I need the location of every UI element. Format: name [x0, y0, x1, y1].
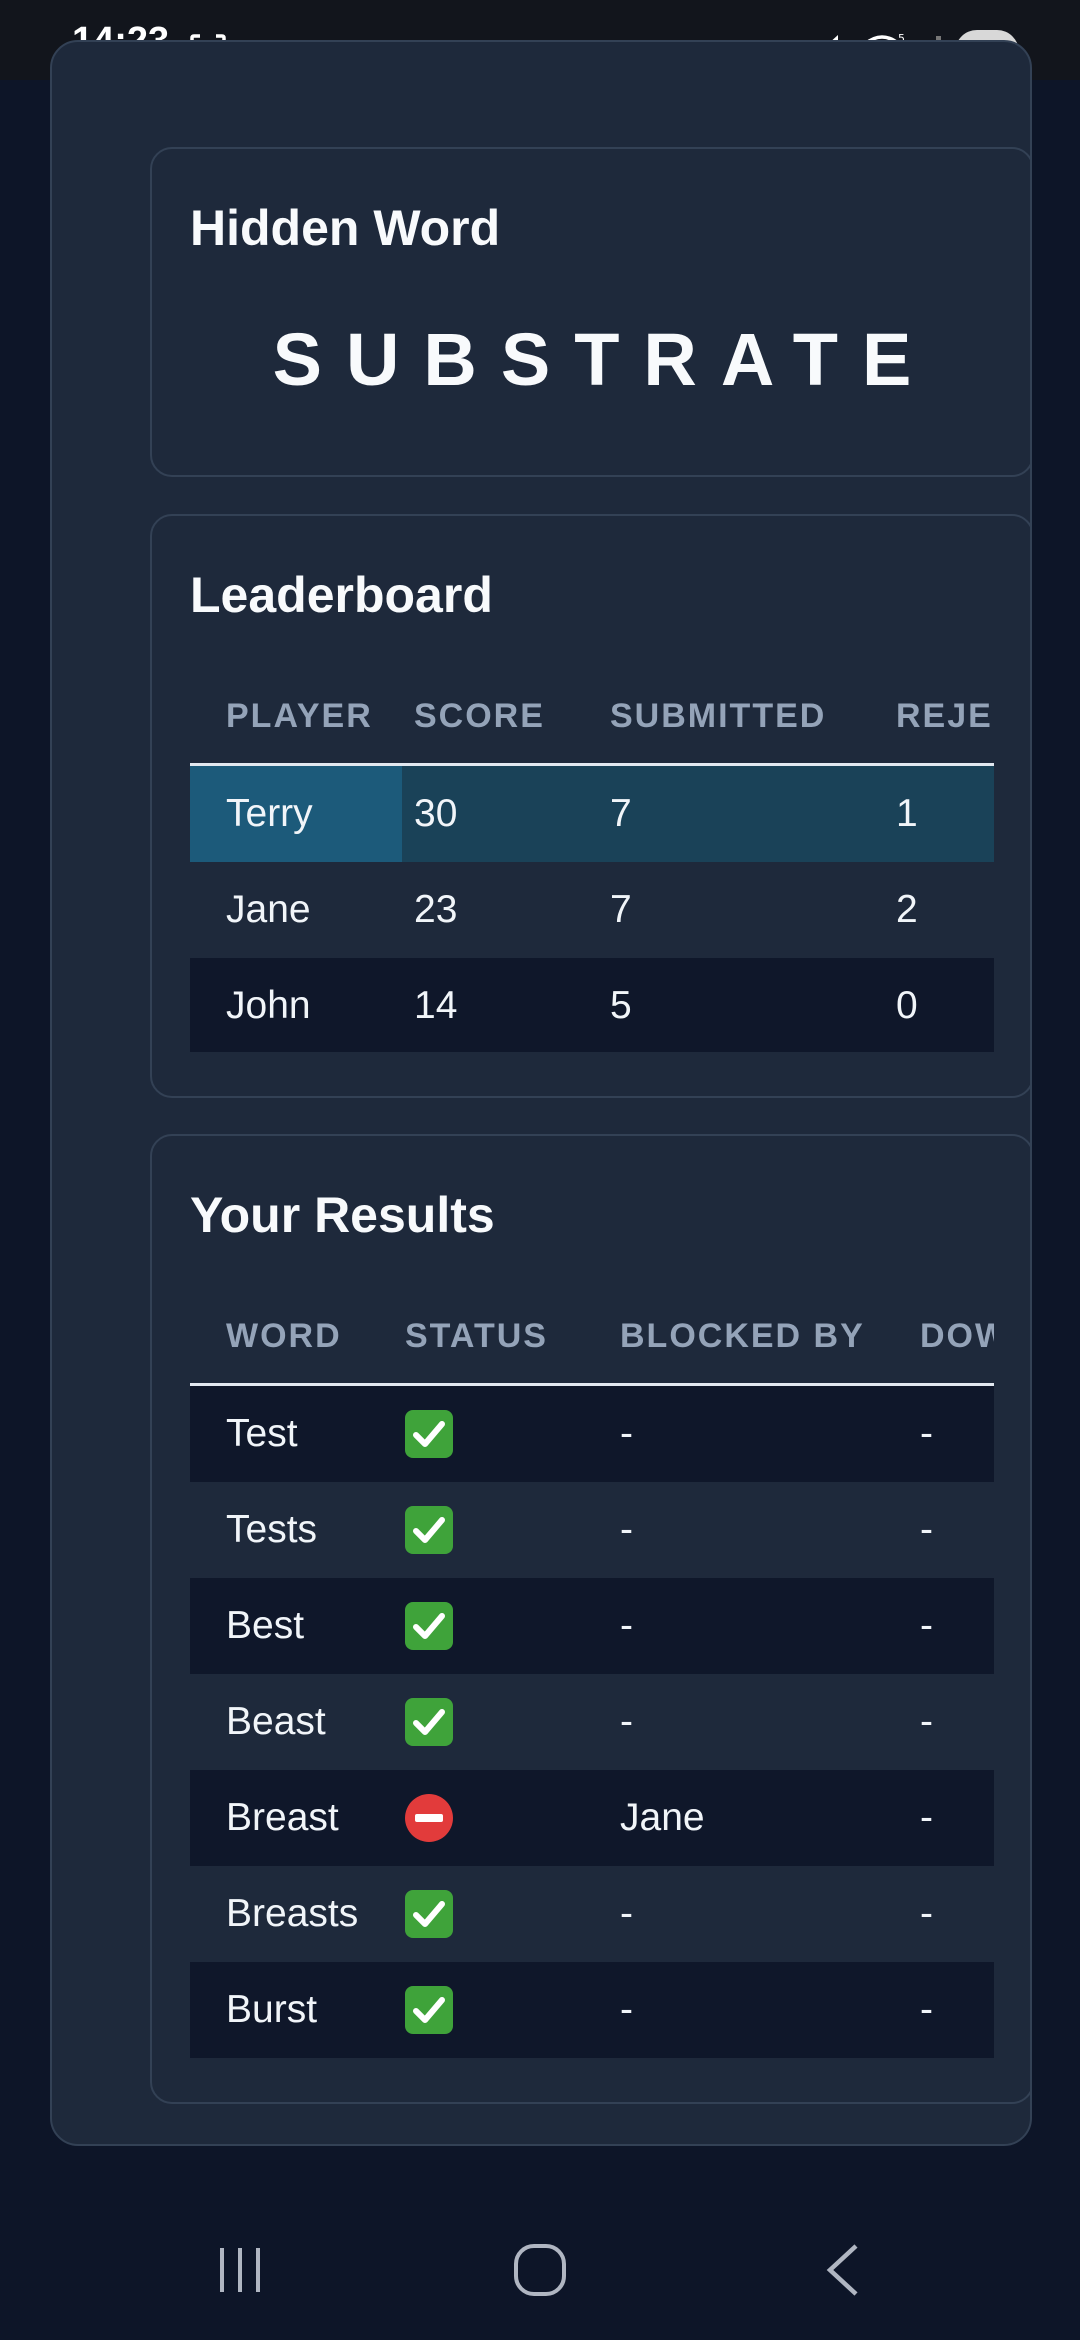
- leaderboard-table[interactable]: PLAYER SCORE SUBMITTED REJECTED Terry 30…: [190, 666, 994, 1052]
- result-row: Breast Jane -: [190, 1770, 994, 1866]
- result-down: -: [920, 1892, 933, 1935]
- player-rejected: 1: [896, 792, 918, 835]
- player-name: Jane: [226, 888, 311, 931]
- result-word: Beast: [226, 1700, 326, 1743]
- col-down: DOWN: [920, 1317, 994, 1355]
- blocked-icon: [405, 1794, 453, 1842]
- result-blocked-by: -: [620, 1700, 633, 1743]
- player-score: 30: [414, 792, 458, 835]
- col-status: STATUS: [405, 1317, 548, 1355]
- result-down: -: [920, 1508, 933, 1551]
- back-icon[interactable]: [816, 2240, 872, 2300]
- result-word: Test: [226, 1412, 298, 1455]
- result-blocked-by: Jane: [620, 1796, 705, 1839]
- leaderboard-title: Leaderboard: [190, 567, 493, 623]
- results-title: Your Results: [190, 1187, 495, 1243]
- player-submitted: 7: [610, 888, 632, 931]
- result-down: -: [920, 1700, 933, 1743]
- player-name: John: [226, 984, 311, 1027]
- result-blocked-by: -: [620, 1988, 633, 2031]
- player-score: 23: [414, 888, 458, 931]
- hidden-word-card: Hidden Word SUBSTRATE: [150, 147, 1030, 477]
- hidden-word-value: SUBSTRATE: [272, 318, 936, 401]
- player-score: 14: [414, 984, 458, 1027]
- check-icon: [405, 1602, 453, 1650]
- player-submitted: 5: [610, 984, 632, 1027]
- result-row: Tests - -: [190, 1482, 994, 1578]
- col-player: PLAYER: [226, 697, 373, 735]
- player-rejected: 2: [896, 888, 918, 931]
- hidden-word-title: Hidden Word: [190, 200, 501, 256]
- result-down: -: [920, 1412, 933, 1455]
- result-blocked-by: -: [620, 1508, 633, 1551]
- results-card: Your Results WORD STATUS BLOCKED BY DOWN…: [150, 1134, 1030, 2104]
- result-row: Breasts - -: [190, 1866, 994, 1962]
- result-word: Breast: [226, 1796, 339, 1839]
- navigation-bar: [0, 2200, 1080, 2340]
- recents-icon[interactable]: [212, 2240, 268, 2300]
- check-icon: [405, 1698, 453, 1746]
- result-down: -: [920, 1988, 933, 2031]
- col-word: WORD: [226, 1317, 342, 1355]
- result-word: Tests: [226, 1508, 318, 1551]
- check-icon: [405, 1986, 453, 2034]
- game-panel: Hidden Word SUBSTRATE Leaderboard PLAYER…: [50, 40, 1032, 2146]
- result-word: Breasts: [226, 1892, 359, 1935]
- col-blocked-by: BLOCKED BY: [620, 1317, 865, 1355]
- result-down: -: [920, 1604, 933, 1647]
- results-rows: Test - - Tests - - Best - - Beast - - Breast Jane - Bre…: [190, 1386, 994, 2058]
- result-blocked-by: -: [620, 1892, 633, 1935]
- result-blocked-by: -: [620, 1412, 633, 1455]
- result-row: Beast - -: [190, 1674, 994, 1770]
- leaderboard-row: John 14 5 0: [190, 958, 994, 1052]
- check-icon: [405, 1890, 453, 1938]
- result-row: Burst - -: [190, 1962, 994, 2058]
- result-word: Best: [226, 1604, 305, 1647]
- result-word: Burst: [226, 1988, 318, 2031]
- player-name: Terry: [226, 792, 313, 835]
- player-rejected: 0: [896, 984, 918, 1027]
- leaderboard-row: Jane 23 7 2: [190, 862, 994, 958]
- check-icon: [405, 1506, 453, 1554]
- col-submitted: SUBMITTED: [610, 697, 827, 735]
- col-score: SCORE: [414, 697, 545, 735]
- results-table[interactable]: WORD STATUS BLOCKED BY DOWN Test - - Tests -…: [190, 1286, 994, 2062]
- results-header-row: WORD STATUS BLOCKED BY DOWN: [190, 1286, 994, 1386]
- result-row: Test - -: [190, 1386, 994, 1482]
- leaderboard-row: Terry 30 7 1: [190, 766, 994, 862]
- result-row: Best - -: [190, 1578, 994, 1674]
- leaderboard-card: Leaderboard PLAYER SCORE SUBMITTED REJEC…: [150, 514, 1030, 1098]
- home-icon[interactable]: [512, 2240, 568, 2300]
- result-down: -: [920, 1796, 933, 1839]
- check-icon: [405, 1410, 453, 1458]
- player-submitted: 7: [610, 792, 632, 835]
- leaderboard-header-row: PLAYER SCORE SUBMITTED REJECTED: [190, 666, 994, 766]
- col-rejected: REJECTED: [896, 697, 994, 735]
- result-blocked-by: -: [620, 1604, 633, 1647]
